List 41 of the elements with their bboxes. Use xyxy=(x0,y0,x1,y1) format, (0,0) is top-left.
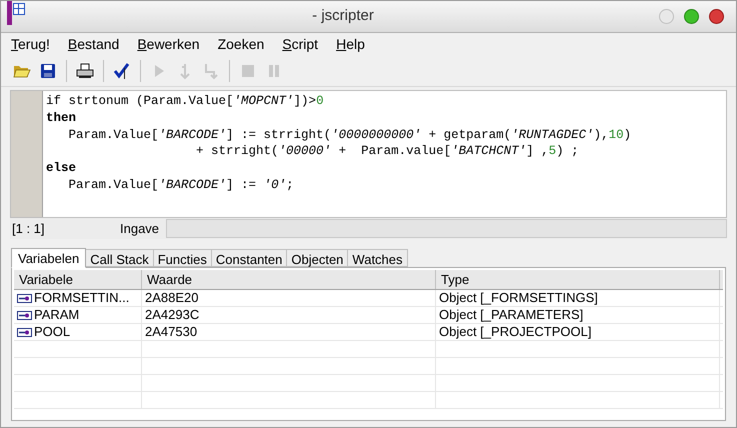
table-cell-text: Object [_PARAMETERS] xyxy=(439,306,584,324)
menu-item[interactable]: Bewerken xyxy=(137,34,200,54)
maximize-button[interactable] xyxy=(684,9,699,24)
code-editor[interactable] xyxy=(10,90,727,218)
input-label: Ingave xyxy=(120,220,160,238)
close-button[interactable] xyxy=(709,9,724,24)
menu-item[interactable]: Zoeken xyxy=(218,34,264,54)
table-cell-text: PARAM xyxy=(34,306,80,324)
cursor-position: [1 : 1] xyxy=(11,220,46,238)
code-line: Param.Value['BARCODE'] := '0'; xyxy=(68,176,295,194)
column-header[interactable]: Waarde xyxy=(142,270,436,289)
variable-icon xyxy=(17,310,32,320)
code-line: then xyxy=(46,110,78,127)
code-line: if strtonum (Param.Value['MOPCNT'])>0 xyxy=(46,93,325,110)
tab[interactable]: Objecten xyxy=(286,249,348,267)
tab[interactable]: Constanten xyxy=(210,249,288,267)
tab[interactable]: Call Stack xyxy=(85,249,154,267)
tab[interactable]: Variabelen xyxy=(11,248,86,268)
tab[interactable]: Watches xyxy=(347,249,408,267)
table-cell-text: FORMSETTIN... xyxy=(34,289,130,308)
window-title: - jscripter xyxy=(311,6,375,26)
menu-item[interactable]: Help xyxy=(336,34,365,54)
code-line: else xyxy=(46,160,78,177)
table-cell-text: Object [_PROJECTPOOL] xyxy=(439,323,592,342)
column-header[interactable]: Variabele xyxy=(14,270,142,289)
column-header[interactable]: Type xyxy=(436,270,720,289)
app-icon xyxy=(5,1,27,25)
table-cell-text: 2A4293C xyxy=(145,306,200,324)
code-line: Param.Value['BARCODE'] := strright('0000000000' + getparam('RUNTAGDEC'),10) xyxy=(68,126,632,144)
table-cell-text: 2A88E20 xyxy=(145,289,198,308)
table-cell-text: POOL xyxy=(34,323,70,342)
tab[interactable]: Functies xyxy=(152,249,212,267)
menu-item[interactable]: Bestand xyxy=(68,34,120,54)
code-line: + strright('00000' + Param.value['BATCHCNT'] ,5) ; xyxy=(195,143,580,160)
variable-icon xyxy=(17,328,32,336)
menu-item[interactable]: Terug! xyxy=(11,34,50,54)
table-cell-text: 2A47530 xyxy=(145,323,198,342)
variable-icon xyxy=(17,294,32,302)
table-cell-text: Object [_FORMSETTINGS] xyxy=(439,289,598,308)
input-field[interactable] xyxy=(166,219,727,238)
menu-item[interactable]: Script xyxy=(282,34,318,54)
